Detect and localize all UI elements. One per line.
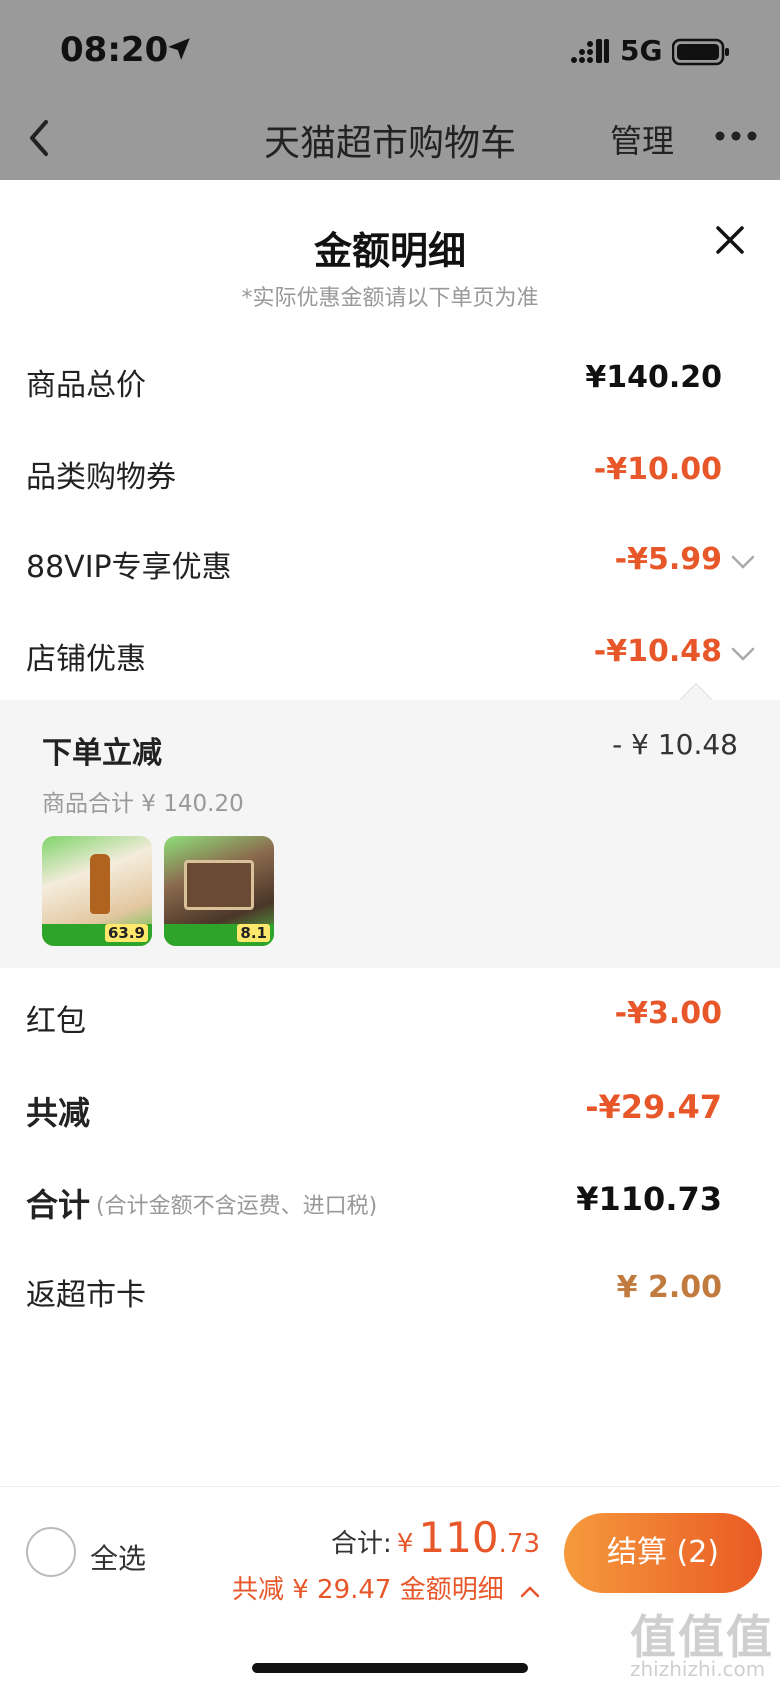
row-category-coupon: 品类购物券 -¥10.00 [0, 442, 780, 502]
row-value: ¥110.73 [576, 1180, 722, 1218]
row-value: -¥3.00 [614, 996, 722, 1031]
chevron-down-icon[interactable] [730, 646, 756, 662]
row-label: 商品总价 [26, 368, 146, 403]
close-icon[interactable] [714, 224, 746, 256]
select-all-label[interactable]: 全选 [90, 1537, 146, 1577]
amount-detail-sheet: 金额明细 *实际优惠金额请以下单页为准 商品总价 ¥140.20 品类购物券 -… [0, 180, 780, 1688]
detail-amount: - ¥ 10.48 [612, 728, 738, 761]
row-label: 品类购物券 [26, 460, 176, 495]
status-bar: 08:20 5G [0, 30, 780, 74]
sheet-subtitle: *实际优惠金额请以下单页为准 [241, 286, 539, 311]
sheet-title: 金额明细 [313, 229, 466, 273]
location-arrow-icon [168, 38, 190, 60]
total-label: 合计: [330, 1529, 392, 1559]
nav-bar: 天猫超市购物车 管理 [0, 110, 780, 166]
chevron-up-icon[interactable] [520, 1586, 540, 1598]
row-total-discount: 共减 -¥29.47 [0, 1078, 780, 1138]
signal-icon [571, 39, 609, 63]
total-price: 合计: ¥ 110.73 [331, 1513, 540, 1562]
select-all-radio-icon[interactable] [26, 1527, 76, 1577]
row-label: 合计 [26, 1186, 91, 1224]
dimmed-header: 08:20 5G 天猫超市购物车 管理 [0, 0, 780, 180]
product-thumbnail[interactable]: 63.9 [42, 836, 152, 946]
more-dots-icon[interactable] [714, 126, 758, 146]
row-value: -¥10.00 [593, 452, 722, 487]
row-label: 店铺优惠 [26, 642, 146, 677]
row-value: -¥29.47 [585, 1088, 722, 1126]
row-label: 88VIP专享优惠 [26, 550, 232, 585]
home-indicator[interactable] [252, 1663, 528, 1673]
total-decimal: .73 [498, 1529, 540, 1559]
row-red-packet: 红包 -¥3.00 [0, 986, 780, 1046]
row-value: ¥ 2.00 [616, 1270, 722, 1305]
row-supermarket-card: 返超市卡 ¥ 2.00 [0, 1260, 780, 1320]
watermark-url: zhizhizhi.com [630, 1657, 766, 1681]
product-price: 8.1 [237, 924, 270, 942]
discount-detail-toggle[interactable]: 共减 ¥ 29.47 金额明细 [232, 1569, 540, 1606]
chevron-down-icon[interactable] [730, 554, 756, 570]
checkout-button[interactable]: 结算 (2) [564, 1513, 762, 1593]
row-88vip-discount[interactable]: 88VIP专享优惠 -¥5.99 [0, 532, 780, 592]
manage-button[interactable]: 管理 [610, 116, 674, 162]
product-thumbnail[interactable]: 8.1 [164, 836, 274, 946]
checkout-bar: 全选 合计: ¥ 110.73 共减 ¥ 29.47 金额明细 结算 (2) 值… [0, 1486, 780, 1688]
row-value: -¥5.99 [614, 542, 722, 577]
status-time: 08:20 [60, 30, 169, 70]
detail-subtotal: 商品合计 ¥ 140.20 [42, 791, 244, 817]
row-value: -¥10.48 [593, 634, 722, 669]
total-integer: 110 [418, 1513, 499, 1562]
network-type: 5G [620, 34, 663, 67]
detail-title: 下单立减 [42, 736, 162, 771]
row-label: 共减 [26, 1094, 91, 1132]
row-grand-total: 合计 (合计金额不含运费、进口税) ¥110.73 [0, 1170, 780, 1230]
row-goods-total: 商品总价 ¥140.20 [0, 350, 780, 410]
row-label: 返超市卡 [26, 1278, 146, 1313]
store-discount-detail: 下单立减 - ¥ 10.48 商品合计 ¥ 140.20 63.9 8.1 [0, 700, 780, 968]
discount-text: 共减 ¥ 29.47 金额明细 [231, 1575, 504, 1605]
tea-bottle-image [90, 854, 110, 914]
row-label: 红包 [26, 1004, 86, 1039]
snack-box-image [184, 860, 254, 910]
row-note: (合计金额不含运费、进口税) [96, 1194, 378, 1219]
row-value: ¥140.20 [585, 360, 722, 395]
product-price: 63.9 [104, 924, 148, 942]
battery-icon [672, 38, 729, 66]
row-store-discount[interactable]: 店铺优惠 -¥10.48 [0, 624, 780, 684]
currency-symbol: ¥ [396, 1529, 414, 1559]
